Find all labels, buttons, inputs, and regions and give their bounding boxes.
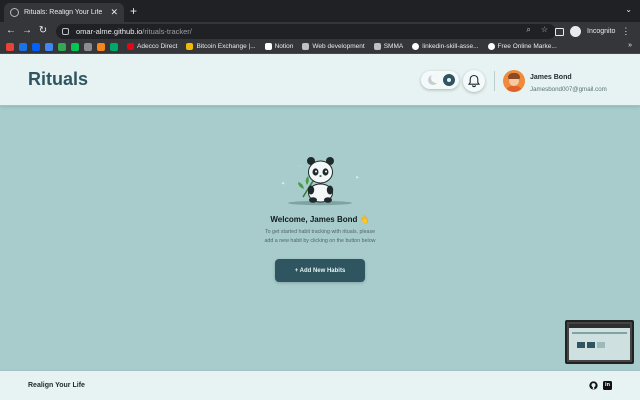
docs-icon[interactable] [45, 42, 53, 51]
tab-title: Rituals: Realign Your Life [24, 9, 103, 16]
bookmark-label: SMMA [383, 43, 404, 50]
bookmark-web-development[interactable]: Web development [302, 43, 365, 50]
welcome-heading: Welcome, James Bond 👋 [200, 215, 440, 224]
more-bookmarks-button[interactable]: » [628, 42, 632, 49]
adecco-icon [127, 43, 134, 50]
browser-tab-strip: Rituals: Realign Your Life ✕ + ⌄ [0, 0, 640, 22]
linkedin-icon[interactable]: in [603, 381, 612, 390]
bookmark-smma[interactable]: SMMA [373, 43, 404, 50]
chevron-down-icon[interactable]: ⌄ [625, 5, 632, 14]
app-footer: Realign Your Life in [0, 370, 640, 400]
bookmark-free-online-marketing[interactable]: Free Online Marke... [487, 43, 557, 50]
bell-icon [467, 74, 481, 88]
address-bar[interactable]: omar-alme.github.io/rituals-tracker/ ⌕ ☆ [56, 24, 556, 39]
svg-text:✦: ✦ [355, 175, 359, 181]
panda-illustration: ✦ ✦ • [281, 157, 359, 206]
menu-icon[interactable]: ⋮ [621, 26, 630, 37]
svg-text:✦: ✦ [281, 181, 285, 187]
sun-icon [443, 74, 455, 86]
bookmark-adecco[interactable]: Adecco Direct [127, 43, 177, 50]
bookmark-label: Bitcoin Exchange |... [196, 43, 256, 50]
bookmark-label: Adecco Direct [137, 43, 178, 50]
bookmark-linkedin-skill[interactable]: linkedin-skill-asse... [412, 43, 479, 50]
google-icon [487, 43, 495, 50]
avatar[interactable] [503, 70, 525, 92]
svg-text:•: • [299, 164, 301, 168]
bookmark-icon[interactable] [19, 42, 27, 51]
forward-icon[interactable]: → [21, 24, 33, 38]
user-name: James Bond [530, 74, 572, 81]
folder-icon [373, 43, 381, 50]
new-tab-button[interactable]: + [130, 4, 137, 18]
welcome-text: Welcome, James Bond [270, 215, 358, 224]
close-tab-icon[interactable]: ✕ [110, 8, 118, 17]
bookmark-label: Free Online Marke... [497, 43, 557, 50]
reload-icon[interactable]: ↻ [37, 24, 49, 38]
globe-icon [10, 8, 19, 17]
theme-toggle[interactable] [421, 71, 459, 89]
notion-icon [264, 43, 272, 50]
github-icon[interactable] [589, 381, 598, 390]
binance-icon [186, 43, 194, 50]
browser-toolbar: ← → ↻ omar-alme.github.io/rituals-tracke… [0, 22, 640, 40]
gmail-icon[interactable] [6, 42, 14, 51]
user-email: Jamesbond007@gmail.com [530, 86, 607, 93]
brand-logo[interactable]: Rituals [28, 69, 88, 90]
empty-state-hint: To get started habit tracking with ritua… [264, 229, 376, 244]
chart-icon[interactable] [71, 42, 79, 51]
back-icon[interactable]: ← [5, 24, 17, 38]
incognito-label: Incognito [587, 28, 616, 35]
footer-tagline: Realign Your Life [28, 382, 85, 389]
bookmark-notion[interactable]: Notion [264, 43, 294, 50]
search-icon[interactable]: ⌕ [526, 25, 530, 35]
dropbox-icon[interactable] [32, 42, 40, 51]
bookmark-label: Web development [312, 43, 365, 50]
drive-icon[interactable] [58, 42, 66, 51]
sidepanel-icon[interactable] [555, 27, 564, 36]
incognito-icon[interactable] [570, 26, 581, 37]
screen-preview-thumbnail[interactable] [565, 320, 634, 364]
star-icon[interactable]: ☆ [541, 25, 548, 35]
wave-icon: 👋 [359, 215, 370, 224]
bookmark-icon[interactable] [84, 42, 92, 51]
bookmark-bitcoin-exchange[interactable]: Bitcoin Exchange |... [186, 43, 256, 50]
metamask-icon[interactable] [97, 42, 105, 51]
add-habit-button[interactable]: + Add New Habits [275, 259, 365, 282]
bookmark-label: linkedin-skill-asse... [422, 43, 479, 50]
omnibox-icons: ⌕ ☆ [526, 25, 548, 35]
github-icon [412, 43, 420, 50]
bookmark-label: Notion [274, 43, 294, 50]
notifications-button[interactable] [463, 70, 485, 92]
folder-icon [302, 43, 310, 50]
bookmark-icon[interactable] [110, 42, 118, 51]
moon-icon [428, 75, 438, 85]
browser-tab[interactable]: Rituals: Realign Your Life ✕ [4, 3, 124, 22]
header-divider [494, 71, 495, 91]
app-header: Rituals James Bond Jamesbond007@gmail.co… [0, 54, 640, 106]
url-text: omar-alme.github.io/rituals-tracker/ [76, 27, 192, 36]
bookmarks-bar: Adecco Direct Bitcoin Exchange |... Noti… [0, 40, 640, 54]
lock-icon [62, 28, 69, 35]
toolbar-right: Incognito ⋮ [555, 25, 630, 38]
